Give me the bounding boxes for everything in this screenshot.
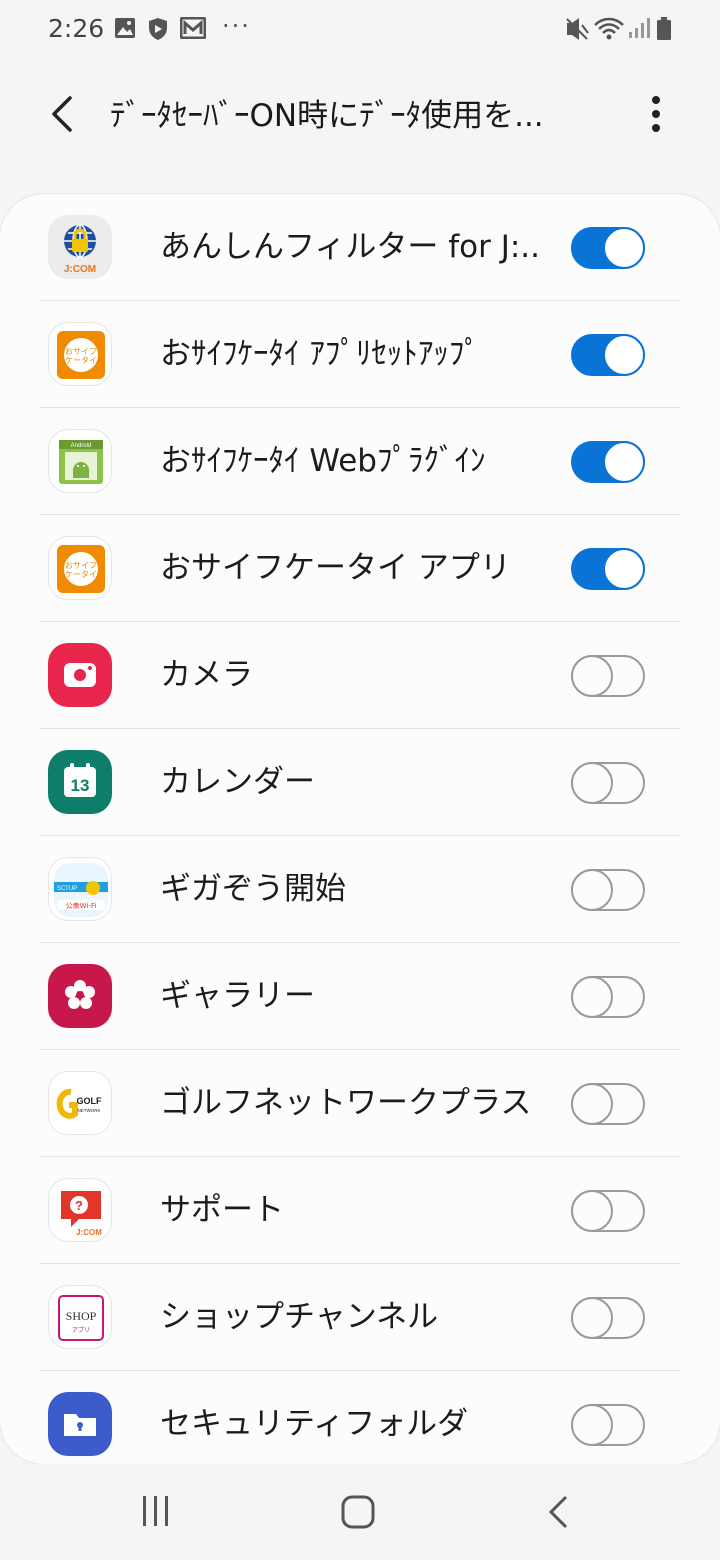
golf-network-icon: GOLF NETWORK [48, 1071, 112, 1135]
list-item[interactable]: GOLF NETWORK ゴルフネットワークプラス [0, 1050, 720, 1157]
golf-sub-text: NETWORK [78, 1108, 101, 1113]
status-bar: 2:26 ··· [0, 0, 720, 60]
gigazo-bottom-text: 公衆Wi-Fi [66, 901, 97, 910]
app-label: おサイフケータイ アプリ [160, 550, 511, 586]
data-toggle[interactable] [571, 548, 645, 590]
shop-text: SHOP [66, 1309, 97, 1323]
app-label: ギャラリー [160, 978, 315, 1014]
data-toggle[interactable] [571, 227, 645, 269]
data-toggle[interactable] [571, 1083, 645, 1125]
recents-icon[interactable] [140, 1494, 172, 1528]
toggle-knob [603, 548, 645, 590]
battery-icon [657, 17, 671, 40]
list-item[interactable]: ? J:COM サポート [0, 1157, 720, 1264]
app-label: セキュリティフォルダ [160, 1406, 469, 1442]
svg-text:ケータイ: ケータイ [65, 570, 97, 579]
toggle-knob [603, 441, 645, 483]
app-label: おｻｲﾌｹｰﾀｲ Webﾌﾟﾗｸﾞｲﾝ [160, 443, 486, 479]
app-label: あんしんフィルター for J:... [160, 229, 540, 265]
gallery-icon [48, 964, 112, 1028]
list-item[interactable]: おサイフ ケータイ おサイフケータイ アプリ [0, 515, 720, 622]
jcom-text: J:COM [64, 264, 96, 275]
camera-icon [48, 643, 112, 707]
android-plugin-icon: Android [48, 429, 112, 493]
list-item[interactable]: SHOP アプリ ショップチャンネル [0, 1264, 720, 1371]
toggle-knob [571, 976, 613, 1018]
data-toggle[interactable] [571, 334, 645, 376]
toggle-knob [571, 1404, 613, 1446]
toggle-knob [571, 762, 613, 804]
status-more-dots: ··· [222, 12, 251, 40]
page-title: ﾃﾞｰﾀｾｰﾊﾞｰON時にﾃﾞｰﾀ使用を... [110, 98, 544, 134]
wifi-icon [594, 17, 624, 40]
list-item[interactable]: おサイフ ケータイ おｻｲﾌｹｰﾀｲ ｱﾌﾟﾘｾｯﾄｱｯﾌﾟ [0, 301, 720, 408]
data-toggle[interactable] [571, 655, 645, 697]
list-item[interactable]: 13 カレンダー [0, 729, 720, 836]
shop-sub-text: アプリ [72, 1327, 90, 1334]
more-vert-icon[interactable] [636, 90, 676, 138]
jcom-support-icon: ? J:COM [48, 1178, 112, 1242]
jcom-text: J:COM [76, 1228, 102, 1237]
data-toggle[interactable] [571, 441, 645, 483]
app-label: サポート [160, 1192, 284, 1228]
calendar-icon: 13 [48, 750, 112, 814]
gigazo-top-text: SCTUP [57, 886, 77, 892]
image-icon [115, 18, 135, 38]
svg-text:おサイフ: おサイフ [65, 347, 97, 356]
back-arrow-icon[interactable] [40, 90, 88, 138]
osaifu-icon: おサイフ ケータイ [48, 322, 112, 386]
gigazo-icon: SCTUP 公衆Wi-Fi [48, 857, 112, 921]
golf-text: GOLF [77, 1096, 102, 1106]
shop-channel-icon: SHOP アプリ [48, 1285, 112, 1349]
status-time: 2:26 [48, 14, 105, 43]
calendar-day: 13 [71, 776, 90, 795]
data-toggle[interactable] [571, 869, 645, 911]
mail-icon [180, 17, 206, 39]
data-toggle[interactable] [571, 1297, 645, 1339]
app-list-card: J:COM あんしんフィルター for J:... おサイフ ケータイ おｻｲﾌ… [0, 194, 720, 1464]
data-toggle[interactable] [571, 762, 645, 804]
toggle-knob [571, 869, 613, 911]
data-toggle[interactable] [571, 1190, 645, 1232]
navigation-bar [0, 1464, 720, 1560]
app-label: おｻｲﾌｹｰﾀｲ ｱﾌﾟﾘｾｯﾄｱｯﾌﾟ [160, 336, 480, 372]
list-item[interactable]: Android おｻｲﾌｹｰﾀｲ Webﾌﾟﾗｸﾞｲﾝ [0, 408, 720, 515]
data-toggle[interactable] [571, 976, 645, 1018]
toggle-knob [571, 655, 613, 697]
app-label: ゴルフネットワークプラス [160, 1085, 532, 1121]
toggle-knob [571, 1297, 613, 1339]
svg-text:?: ? [75, 1198, 83, 1213]
list-item[interactable]: ギャラリー [0, 943, 720, 1050]
jcom-filter-icon: J:COM [48, 215, 112, 279]
mute-icon [566, 18, 589, 40]
data-toggle[interactable] [571, 1404, 645, 1446]
signal-icon [629, 18, 650, 38]
app-label: ショップチャンネル [160, 1299, 439, 1335]
app-label: カレンダー [160, 764, 315, 800]
app-label: カメラ [160, 657, 253, 693]
toggle-knob [603, 334, 645, 376]
list-item[interactable]: セキュリティフォルダ [0, 1371, 720, 1464]
secure-folder-icon [48, 1392, 112, 1456]
list-item[interactable]: J:COM あんしんフィルター for J:... [0, 194, 720, 301]
toggle-knob [571, 1083, 613, 1125]
app-label: ギガぞう開始 [160, 871, 346, 907]
shield-icon [149, 18, 167, 40]
svg-text:おサイフ: おサイフ [65, 561, 97, 570]
svg-text:ケータイ: ケータイ [65, 356, 97, 365]
toggle-knob [571, 1190, 613, 1232]
toggle-knob [603, 227, 645, 269]
home-icon[interactable] [340, 1494, 376, 1530]
osaifu-icon: おサイフ ケータイ [48, 536, 112, 600]
back-icon[interactable] [546, 1494, 570, 1530]
list-item[interactable]: SCTUP 公衆Wi-Fi ギガぞう開始 [0, 836, 720, 943]
list-item[interactable]: カメラ [0, 622, 720, 729]
app-bar: ﾃﾞｰﾀｾｰﾊﾞｰON時にﾃﾞｰﾀ使用を... [0, 60, 720, 172]
android-text: Android [71, 443, 92, 449]
